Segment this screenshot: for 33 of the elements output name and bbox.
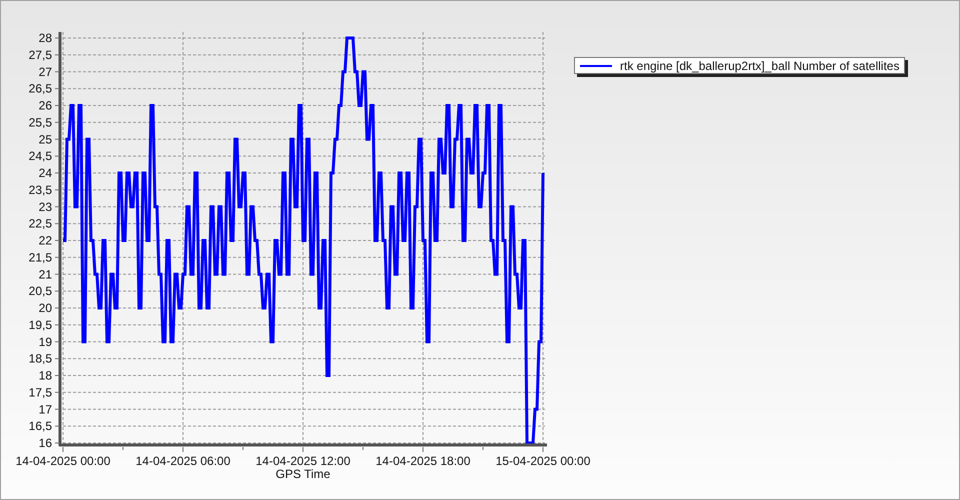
y-tick-label: 24,5 (28, 149, 52, 164)
legend-line-icon (580, 64, 612, 68)
y-tick-label: 25 (38, 132, 52, 146)
x-tick-label: 14-04-2025 18:00 (376, 454, 470, 468)
y-tick-label: 27 (38, 64, 52, 79)
y-tick-label: 16,5 (28, 419, 52, 434)
y-tick-label: 25,5 (28, 115, 52, 130)
x-tick-label: 14-04-2025 00:00 (16, 454, 110, 468)
x-tick-label: 14-04-2025 12:00 (256, 454, 350, 468)
y-tick-label: 23,5 (28, 182, 52, 197)
y-tick-label: 22 (38, 234, 52, 248)
y-tick-label: 22,5 (28, 216, 52, 231)
y-tick-label: 16 (38, 436, 52, 450)
y-tick-label: 18,5 (28, 352, 52, 366)
y-tick-label: 24 (38, 166, 52, 180)
legend-label: rtk engine [dk_ballerup2rtx]_ball Number of satellites (620, 60, 900, 72)
y-tick-label: 21 (38, 267, 52, 282)
y-tick-label: 17,5 (28, 385, 52, 400)
y-tick-label: 17 (38, 402, 52, 416)
y-tick-label: 19 (38, 334, 52, 349)
y-tick-label: 28 (38, 31, 52, 45)
y-tick-label: 27,5 (28, 48, 52, 62)
y-tick-label: 23 (38, 200, 52, 214)
y-tick-label: 18 (38, 368, 52, 382)
x-tick-label: 15-04-2025 00:00 (496, 454, 590, 468)
y-tick-label: 19,5 (28, 318, 52, 332)
y-tick-label: 20,5 (28, 284, 52, 298)
x-axis-title: GPS Time (276, 467, 330, 481)
x-tick-label: 14-04-2025 06:00 (136, 454, 230, 468)
y-tick-label: 20 (38, 301, 52, 315)
y-tick-label: 26,5 (28, 82, 52, 96)
y-tick-label: 26 (38, 98, 52, 112)
y-tick-label: 21,5 (28, 250, 52, 264)
